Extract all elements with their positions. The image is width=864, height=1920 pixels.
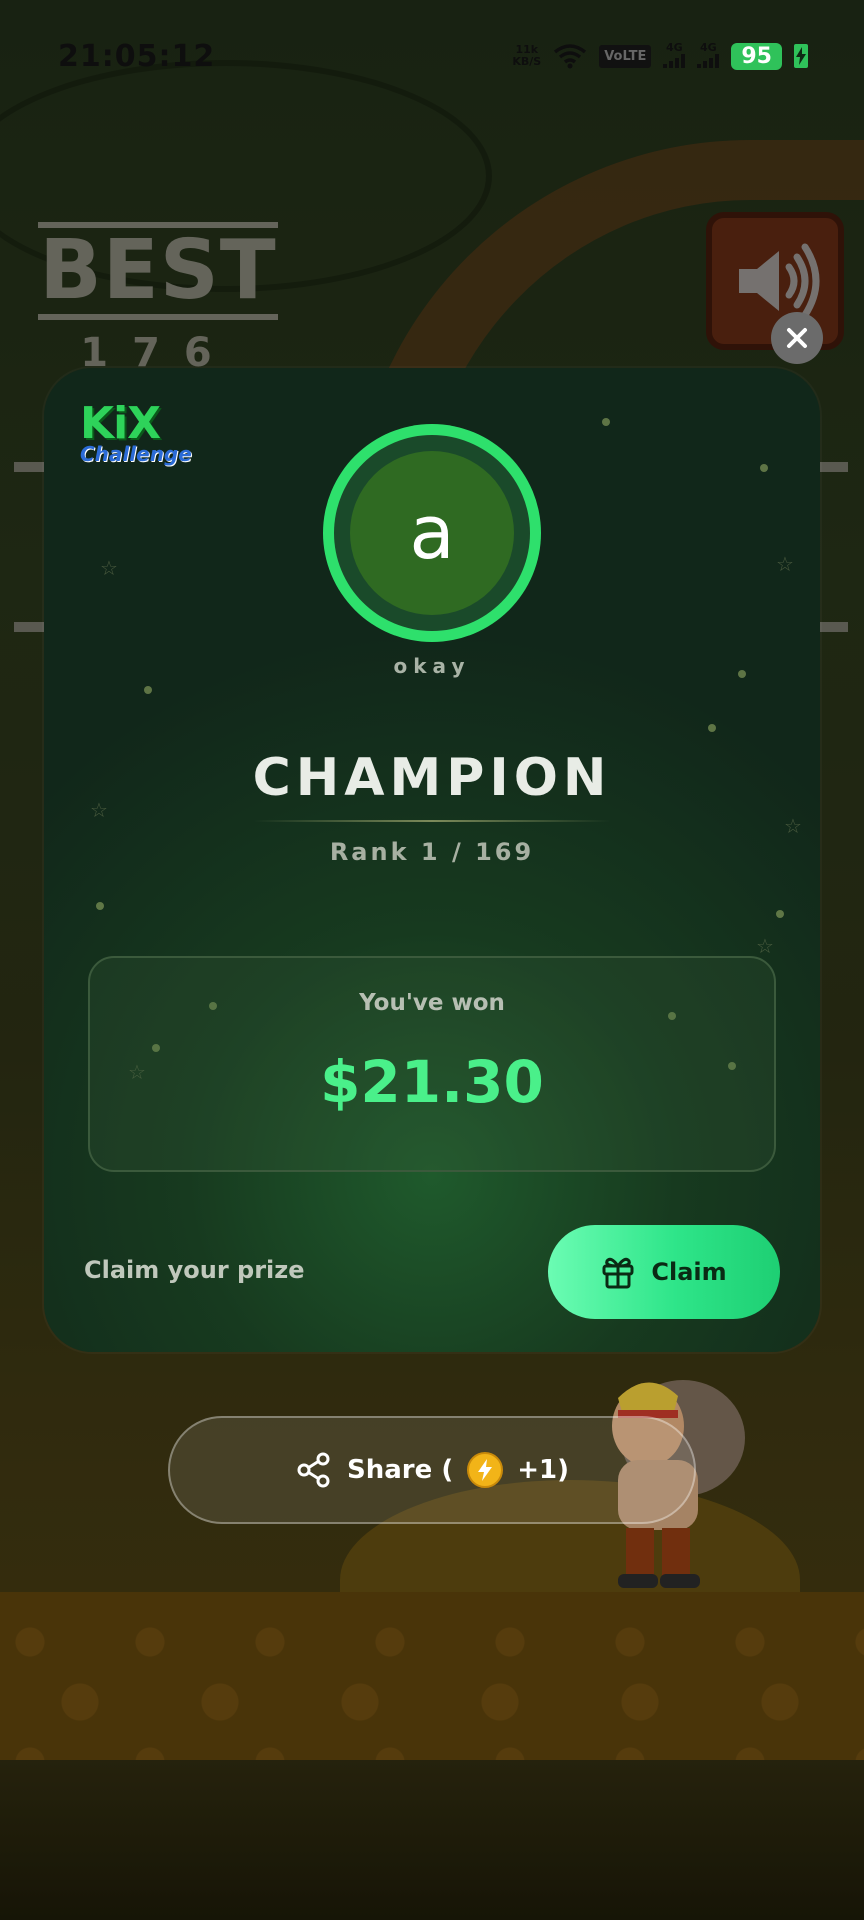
wifi-icon [554,44,587,69]
sparkle-decoration [760,464,768,472]
signal-1: 4G [663,40,686,71]
volte-badge: VoLTE [599,44,652,68]
signal-2-label: 4G [700,40,717,54]
kix-challenge-logo: KiX Challenge [80,398,192,472]
rank-title: CHAMPION [252,748,612,808]
prize-box: You've won $21.30 [88,956,776,1172]
logo-challenge-text: Challenge [80,442,192,466]
share-label-prefix: Share ( [347,1455,454,1485]
game-screen: BEST 176 21:05:12 11k KB/S VoLTE 4G 4G 9… [0,0,864,1920]
claim-button[interactable]: Claim [548,1225,780,1319]
prize-amount: $21.30 [320,1048,544,1116]
close-icon [787,328,807,348]
avatar-ring: a [323,424,541,642]
sparkle-decoration [144,686,152,694]
prize-label: You've won [359,990,505,1016]
share-icon [297,1452,330,1488]
share-button[interactable]: Share ( +1) [168,1416,696,1524]
signal-1-label: 4G [666,40,683,54]
sparkle-decoration [708,724,716,732]
sparkle-decoration [602,418,610,426]
status-bar: 21:05:12 11k KB/S VoLTE 4G 4G 95 [0,0,864,112]
charging-icon [794,44,808,68]
claim-prompt: Claim your prize [84,1256,305,1284]
network-speed-unit: KB/S [512,55,542,68]
star-decoration: ☆ [100,556,118,580]
claim-button-label: Claim [651,1258,727,1286]
sparkle-decoration [96,902,104,910]
signal-bars-icon [663,53,686,68]
sparkle-decoration [776,910,784,918]
lightning-coin-icon [467,1452,504,1488]
rank-divider [254,820,610,822]
signal-2: 4G [697,40,720,71]
gift-icon [602,1257,634,1289]
status-time: 21:05:12 [58,38,216,74]
star-decoration: ☆ [784,814,802,838]
star-decoration: ☆ [776,552,794,576]
network-speed: 11k KB/S [512,44,541,68]
share-label-suffix: +1) [517,1455,569,1485]
rank-position: Rank 1 / 169 [329,838,535,866]
avatar-inner-ring: a [334,435,530,631]
username: okay [393,654,471,678]
signal-bars-icon [697,53,720,68]
battery-level: 95 [731,42,782,70]
status-indicators: 11k KB/S VoLTE 4G 4G 95 [512,40,808,71]
close-button[interactable] [771,312,823,364]
star-decoration: ☆ [756,934,774,958]
result-card: ☆ ☆ ☆ ☆ ☆ ☆ KiX Challenge a okay CHAMPIO… [44,368,820,1352]
avatar: a [350,451,514,615]
logo-kix-text: KiX [80,398,161,449]
